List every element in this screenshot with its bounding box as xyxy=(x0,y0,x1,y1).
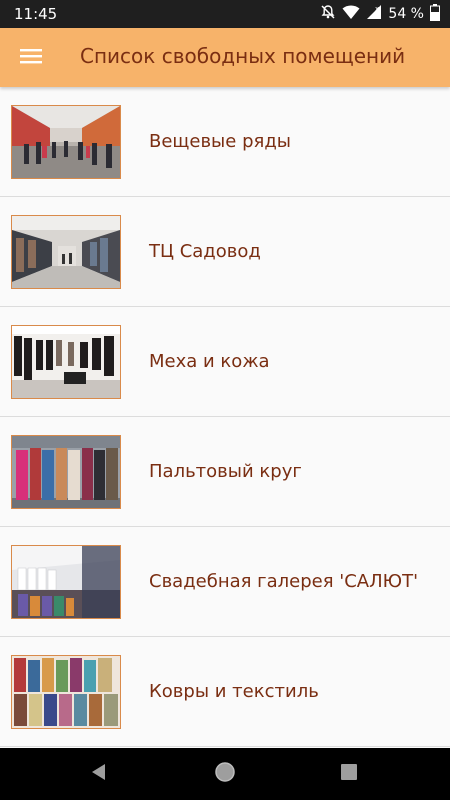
battery-icon xyxy=(430,3,440,25)
list-item[interactable]: Свадебная галерея 'САЛЮТ' xyxy=(0,527,450,637)
svg-text:x: x xyxy=(375,5,379,13)
hamburger-menu-icon xyxy=(20,48,42,68)
item-label: Свадебная галерея 'САЛЮТ' xyxy=(149,571,419,592)
signal-icon: x xyxy=(366,4,382,24)
nav-home-button[interactable] xyxy=(211,760,239,788)
app-bar: Список свободных помещений xyxy=(0,28,450,87)
page-title: Список свободных помещений xyxy=(80,44,406,68)
list-item[interactable]: Вещевые ряды xyxy=(0,87,450,197)
system-nav-bar xyxy=(0,748,450,800)
nav-recents-button[interactable] xyxy=(335,760,363,788)
menu-button[interactable] xyxy=(12,39,50,77)
item-label: Меха и кожа xyxy=(149,351,270,372)
item-label: ТЦ Садовод xyxy=(149,241,261,262)
list-item[interactable]: ТЦ Садовод xyxy=(0,197,450,307)
item-label: Пальтовый круг xyxy=(149,461,302,482)
back-icon xyxy=(90,763,108,785)
status-icons: x 54 % xyxy=(320,3,440,25)
list-item[interactable]: Пальтовый круг xyxy=(0,417,450,527)
coats-rack-photo xyxy=(11,435,121,509)
wedding-gallery-photo xyxy=(11,545,121,619)
list-item[interactable]: Меха и кожа xyxy=(0,307,450,417)
item-label: Вещевые ряды xyxy=(149,131,291,152)
list-item[interactable]: Ковры и текстиль xyxy=(0,637,450,747)
market-hall-photo xyxy=(11,105,121,179)
premises-list: Вещевые ряды ТЦ Садовод Меха и кожа Паль… xyxy=(0,87,450,748)
mall-corridor-photo xyxy=(11,215,121,289)
fur-leather-shop-photo xyxy=(11,325,121,399)
notifications-off-icon xyxy=(320,4,336,24)
battery-percent: 54 % xyxy=(388,6,424,22)
recents-icon xyxy=(341,764,357,784)
home-icon xyxy=(214,761,236,787)
nav-back-button[interactable] xyxy=(85,760,113,788)
item-label: Ковры и текстиль xyxy=(149,681,319,702)
wifi-icon xyxy=(342,4,360,24)
carpet-rolls-photo xyxy=(11,655,121,729)
status-time: 11:45 xyxy=(14,5,58,23)
status-bar: 11:45 x 54 % xyxy=(0,0,450,28)
